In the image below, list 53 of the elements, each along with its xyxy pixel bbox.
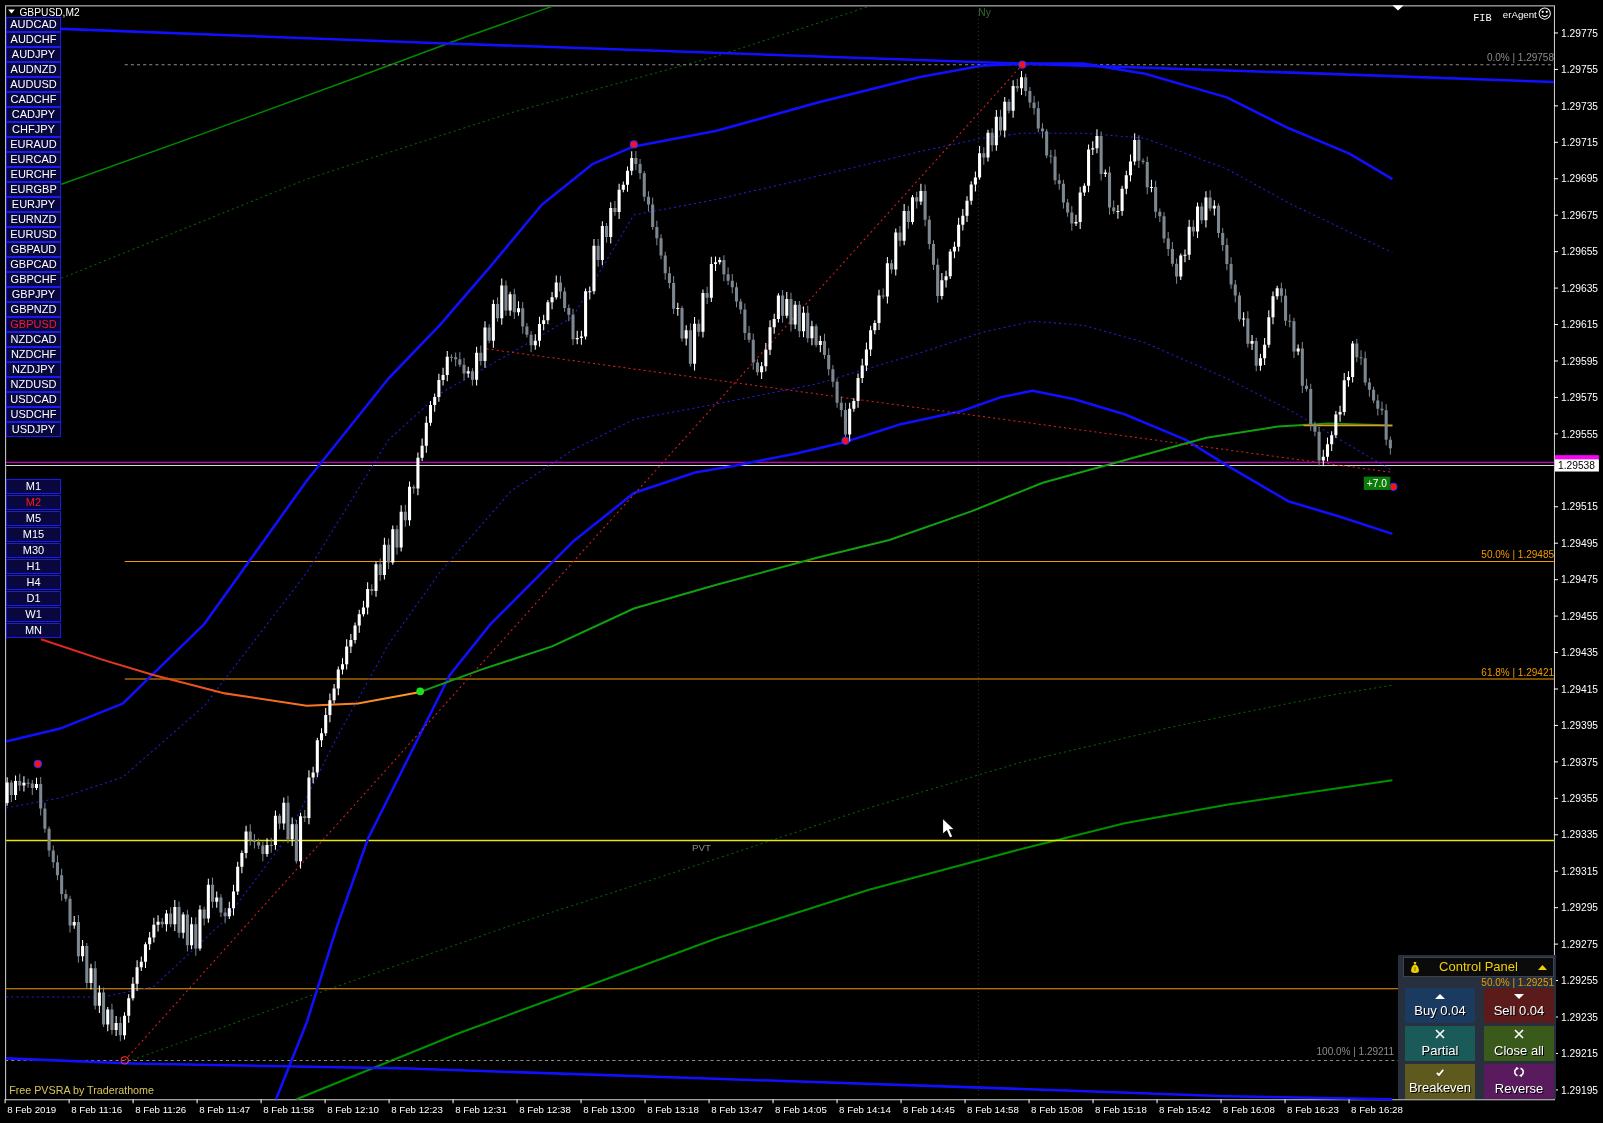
time-axis-label: 8 Feb 12:23 bbox=[391, 1103, 443, 1115]
bid-price-label: 1.29538 bbox=[1554, 459, 1599, 472]
price-axis-label: 1.29395 bbox=[1561, 720, 1599, 732]
price-axis-label: 1.29635 bbox=[1561, 282, 1599, 294]
price-axis-label: 1.29675 bbox=[1561, 209, 1599, 221]
time-axis-label: 8 Feb 16:23 bbox=[1287, 1103, 1339, 1115]
time-axis-label: 8 Feb 13:47 bbox=[711, 1103, 763, 1115]
price-axis-label: 1.29355 bbox=[1561, 793, 1599, 804]
time-axis-label: 8 Feb 14:58 bbox=[967, 1103, 1019, 1115]
price-axis-label: 1.29455 bbox=[1561, 610, 1599, 622]
price-axis-label: 1.29255 bbox=[1561, 975, 1599, 987]
time-axis-label: 8 Feb 15:08 bbox=[1031, 1103, 1083, 1115]
time-axis-label: 8 Feb 15:42 bbox=[1159, 1103, 1211, 1115]
price-axis-label: 1.29375 bbox=[1561, 756, 1599, 768]
price-axis-label: 1.29295 bbox=[1561, 902, 1599, 914]
time-axis-label: 8 Feb 13:00 bbox=[583, 1103, 635, 1115]
time-axis-label: 8 Feb 11:58 bbox=[263, 1103, 315, 1115]
price-axis-label: 1.29555 bbox=[1561, 428, 1599, 440]
time-axis-label: 8 Feb 11:26 bbox=[135, 1103, 187, 1115]
ask-price-tag-icon bbox=[1554, 455, 1599, 460]
price-axis-label: 1.29275 bbox=[1561, 938, 1599, 950]
time-axis-label: 8 Feb 11:47 bbox=[199, 1103, 251, 1115]
price-axis-label: 1.29195 bbox=[1561, 1084, 1599, 1096]
price-axis-label: 1.29415 bbox=[1561, 683, 1599, 695]
price-axis-label: 1.29775 bbox=[1561, 27, 1599, 39]
price-axis-label: 1.29575 bbox=[1561, 392, 1599, 404]
time-axis-label: 8 Feb 14:45 bbox=[903, 1103, 955, 1115]
time-axis-label: 8 Feb 14:14 bbox=[839, 1103, 891, 1115]
price-axis-label: 1.29615 bbox=[1561, 319, 1599, 331]
price-axis-label: 1.29315 bbox=[1561, 865, 1599, 877]
time-axis-label: 8 Feb 2019 bbox=[7, 1103, 57, 1115]
price-axis-label: 1.29215 bbox=[1561, 1048, 1599, 1060]
price-axis-label: 1.29335 bbox=[1561, 829, 1599, 841]
price-axis-label: 1.29735 bbox=[1561, 100, 1599, 112]
time-axis-label: 8 Feb 12:31 bbox=[455, 1103, 507, 1115]
price-axis-label: 1.29435 bbox=[1561, 647, 1599, 659]
time-axis-label: 8 Feb 15:18 bbox=[1095, 1103, 1147, 1115]
price-axis-label: 1.29655 bbox=[1561, 246, 1599, 258]
price-axis-label: 1.29495 bbox=[1561, 537, 1599, 549]
time-axis-label: 8 Feb 16:08 bbox=[1223, 1103, 1275, 1115]
price-axis-label: 1.29475 bbox=[1561, 574, 1599, 586]
time-axis-label: 8 Feb 12:10 bbox=[327, 1103, 379, 1115]
price-axis-label: 1.29595 bbox=[1561, 355, 1599, 367]
price-axis-label: 1.29715 bbox=[1561, 137, 1599, 148]
time-axis-label: 8 Feb 11:16 bbox=[71, 1103, 123, 1115]
time-axis-label: 8 Feb 13:18 bbox=[647, 1103, 699, 1115]
time-axis-label: 8 Feb 14:05 bbox=[775, 1103, 827, 1115]
price-axis-label: 1.29515 bbox=[1561, 501, 1599, 513]
time-axis-label: 8 Feb 12:38 bbox=[519, 1103, 571, 1115]
time-axis-label: 8 Feb 16:28 bbox=[1351, 1103, 1403, 1115]
price-axis-label: 1.29235 bbox=[1561, 1011, 1599, 1023]
price-axis-label: 1.29695 bbox=[1561, 173, 1599, 185]
price-axis-label: 1.29755 bbox=[1561, 64, 1599, 76]
